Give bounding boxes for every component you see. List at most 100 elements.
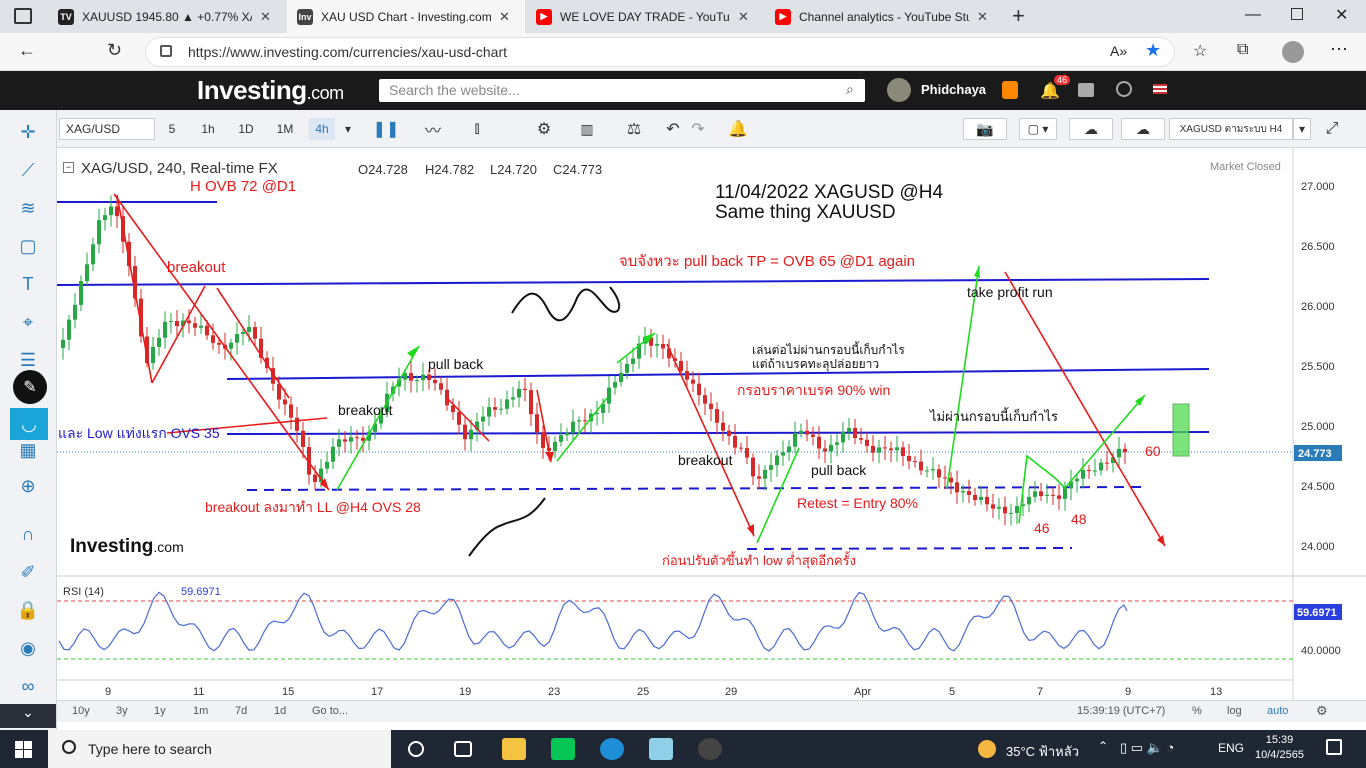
favorite-star-icon[interactable]: ★ — [1145, 40, 1161, 61]
bars-icon[interactable]: ⫾ — [463, 118, 491, 140]
annotation-thai-note: เล่นต่อไม่ผ่านกรอบนี้เก็บกำไร — [752, 341, 905, 357]
pattern-icon[interactable]: ⌖ — [14, 308, 42, 336]
range-7d[interactable]: 7d — [235, 705, 247, 717]
crosshair-icon[interactable]: ✛ — [14, 118, 42, 146]
cloud-load-icon[interactable]: ☁ — [1069, 118, 1113, 140]
close-icon[interactable]: ✕ — [738, 9, 749, 25]
zoom-icon[interactable]: ⊕ — [14, 472, 42, 500]
brush-icon[interactable]: ✎ — [13, 370, 47, 404]
template-select[interactable]: XAGUSD ตามระบบ H4 — [1169, 118, 1293, 140]
range-3y[interactable]: 3y — [116, 705, 128, 717]
range-1d[interactable]: 1d — [274, 705, 286, 717]
url-field[interactable]: https://www.investing.com/currencies/xau… — [145, 37, 1175, 67]
line-app-icon[interactable] — [551, 738, 575, 760]
window-menu-icon[interactable] — [14, 8, 32, 24]
minimize-button[interactable]: — — [1245, 6, 1261, 24]
refresh-icon[interactable]: ↻ — [107, 40, 122, 61]
cortana-icon[interactable] — [408, 741, 424, 757]
close-icon[interactable]: ✕ — [977, 9, 988, 25]
tab-investing[interactable]: Inv XAU USD Chart - Investing.com ✕ — [287, 0, 525, 33]
collapse-legend-icon[interactable]: − — [63, 162, 74, 173]
tab-youtube-1[interactable]: ▶ WE LOVE DAY TRADE - YouTube ✕ — [526, 0, 764, 33]
collections-icon[interactable]: ⧉ — [1237, 41, 1248, 59]
flag-icon[interactable] — [1153, 84, 1167, 94]
trendline-icon[interactable]: ⟋ — [14, 156, 42, 184]
percent-toggle[interactable]: % — [1192, 705, 1202, 717]
undo-icon[interactable]: ↶ — [662, 118, 684, 140]
avatar[interactable] — [887, 78, 911, 102]
log-toggle[interactable]: log — [1227, 705, 1242, 717]
text-icon[interactable]: T — [14, 270, 42, 298]
file-explorer-icon[interactable] — [502, 738, 526, 760]
new-tab-button[interactable]: + — [1012, 3, 1025, 29]
weather-icon[interactable] — [978, 740, 996, 758]
fullscreen-icon[interactable]: ⤢ — [1319, 118, 1345, 140]
portfolio-icon[interactable] — [1078, 83, 1094, 97]
interval-1m[interactable]: 1M — [271, 118, 299, 140]
link-icon[interactable]: ∞ — [14, 672, 42, 700]
alert-icon[interactable]: 🔔 — [724, 118, 752, 140]
site-search-input[interactable]: Search the website... — [379, 79, 865, 102]
task-view-icon[interactable] — [454, 741, 472, 757]
profile-avatar[interactable] — [1282, 41, 1304, 63]
taskbar-search[interactable]: Type here to search — [48, 730, 391, 768]
interval-1d[interactable]: 1D — [233, 118, 259, 140]
edge-icon[interactable] — [600, 738, 624, 760]
symbol-input[interactable]: XAG/USD — [59, 118, 155, 140]
tray-icons[interactable]: ▯ ▭ 🔈 ◔ — [1120, 740, 1174, 756]
back-icon[interactable]: ← — [18, 40, 36, 61]
compare-icon[interactable]: ⚖ — [620, 118, 648, 140]
interval-5[interactable]: 5 — [161, 118, 183, 140]
magnet-icon[interactable]: ∩ — [14, 520, 42, 548]
close-icon[interactable]: ✕ — [260, 9, 271, 25]
site-logo[interactable]: Investing.com — [197, 75, 344, 106]
rectangle-icon[interactable]: ▢ — [14, 232, 42, 260]
interval-4h[interactable]: 4h — [309, 118, 335, 140]
cloud-save-icon[interactable]: ☁ — [1121, 118, 1165, 140]
close-window-button[interactable]: ✕ — [1335, 5, 1348, 25]
auto-toggle[interactable]: auto — [1267, 705, 1288, 717]
notification-icon[interactable] — [1326, 739, 1342, 755]
candles-icon[interactable]: ❚❚ — [372, 118, 400, 140]
tab-youtube-2[interactable]: ▶ Channel analytics - YouTube Stud ✕ — [765, 0, 1003, 33]
language-indicator[interactable]: ENG — [1218, 741, 1244, 755]
favorites-icon[interactable]: ☆ — [1193, 41, 1207, 61]
interval-1h[interactable]: 1h — [195, 118, 221, 140]
indicator-icon[interactable]: ⚙ — [530, 118, 558, 140]
tab-xauusd[interactable]: TV XAUUSD 1945.80 ▲ +0.77% XAU ✕ — [48, 0, 286, 33]
line-chart-icon[interactable]: 〰 — [419, 118, 447, 140]
clock-icon[interactable] — [1116, 81, 1132, 97]
range-1y[interactable]: 1y — [154, 705, 166, 717]
studies-icon[interactable]: ▥ — [573, 118, 601, 140]
restore-button[interactable] — [1291, 8, 1303, 20]
price-tick: 25.500 — [1301, 361, 1335, 373]
notepad-icon[interactable] — [649, 738, 673, 760]
template-dropdown-icon[interactable]: ▾ — [1293, 118, 1311, 140]
tray-chevron-icon[interactable]: ⌃ — [1098, 739, 1108, 753]
pro-icon[interactable] — [1002, 81, 1018, 99]
ruler-icon[interactable]: ▦ — [14, 436, 42, 464]
range-10y[interactable]: 10y — [72, 705, 90, 717]
taskbar-clock[interactable]: 15:39 10/4/2565 — [1255, 733, 1304, 763]
windows-start-icon[interactable] — [15, 741, 32, 758]
interval-dropdown-icon[interactable]: ▾ — [341, 118, 355, 140]
eye-icon[interactable]: ◉ — [14, 634, 42, 662]
obs-icon[interactable] — [698, 738, 722, 760]
range-1m[interactable]: 1m — [193, 705, 208, 717]
read-aloud-icon[interactable]: A» — [1110, 43, 1127, 59]
weather-text[interactable]: 35°C ฟ้าหลัว — [1006, 741, 1079, 762]
user-name[interactable]: Phidchaya — [921, 82, 986, 97]
camera-icon[interactable]: 📷 — [963, 118, 1007, 140]
collapse-icon[interactable]: ⌄ — [0, 704, 56, 728]
settings-icon[interactable]: ⚙ — [1316, 703, 1328, 719]
fib-icon[interactable]: ≋ — [14, 194, 42, 222]
redo-icon[interactable]: ↷ — [687, 118, 709, 140]
layout-dropdown[interactable]: ▢ ▾ — [1019, 118, 1057, 140]
more-icon[interactable]: ⋯ — [1330, 39, 1348, 60]
search-icon[interactable]: ⌕ — [846, 81, 854, 98]
pencil-lock-icon[interactable]: ✐ — [14, 558, 42, 586]
price-chart[interactable]: 27.000 26.500 26.000 25.500 25.000 24.50… — [57, 148, 1366, 730]
lock-icon[interactable]: 🔒 — [14, 596, 42, 624]
goto-button[interactable]: Go to... — [312, 705, 348, 717]
close-icon[interactable]: ✕ — [499, 9, 510, 25]
